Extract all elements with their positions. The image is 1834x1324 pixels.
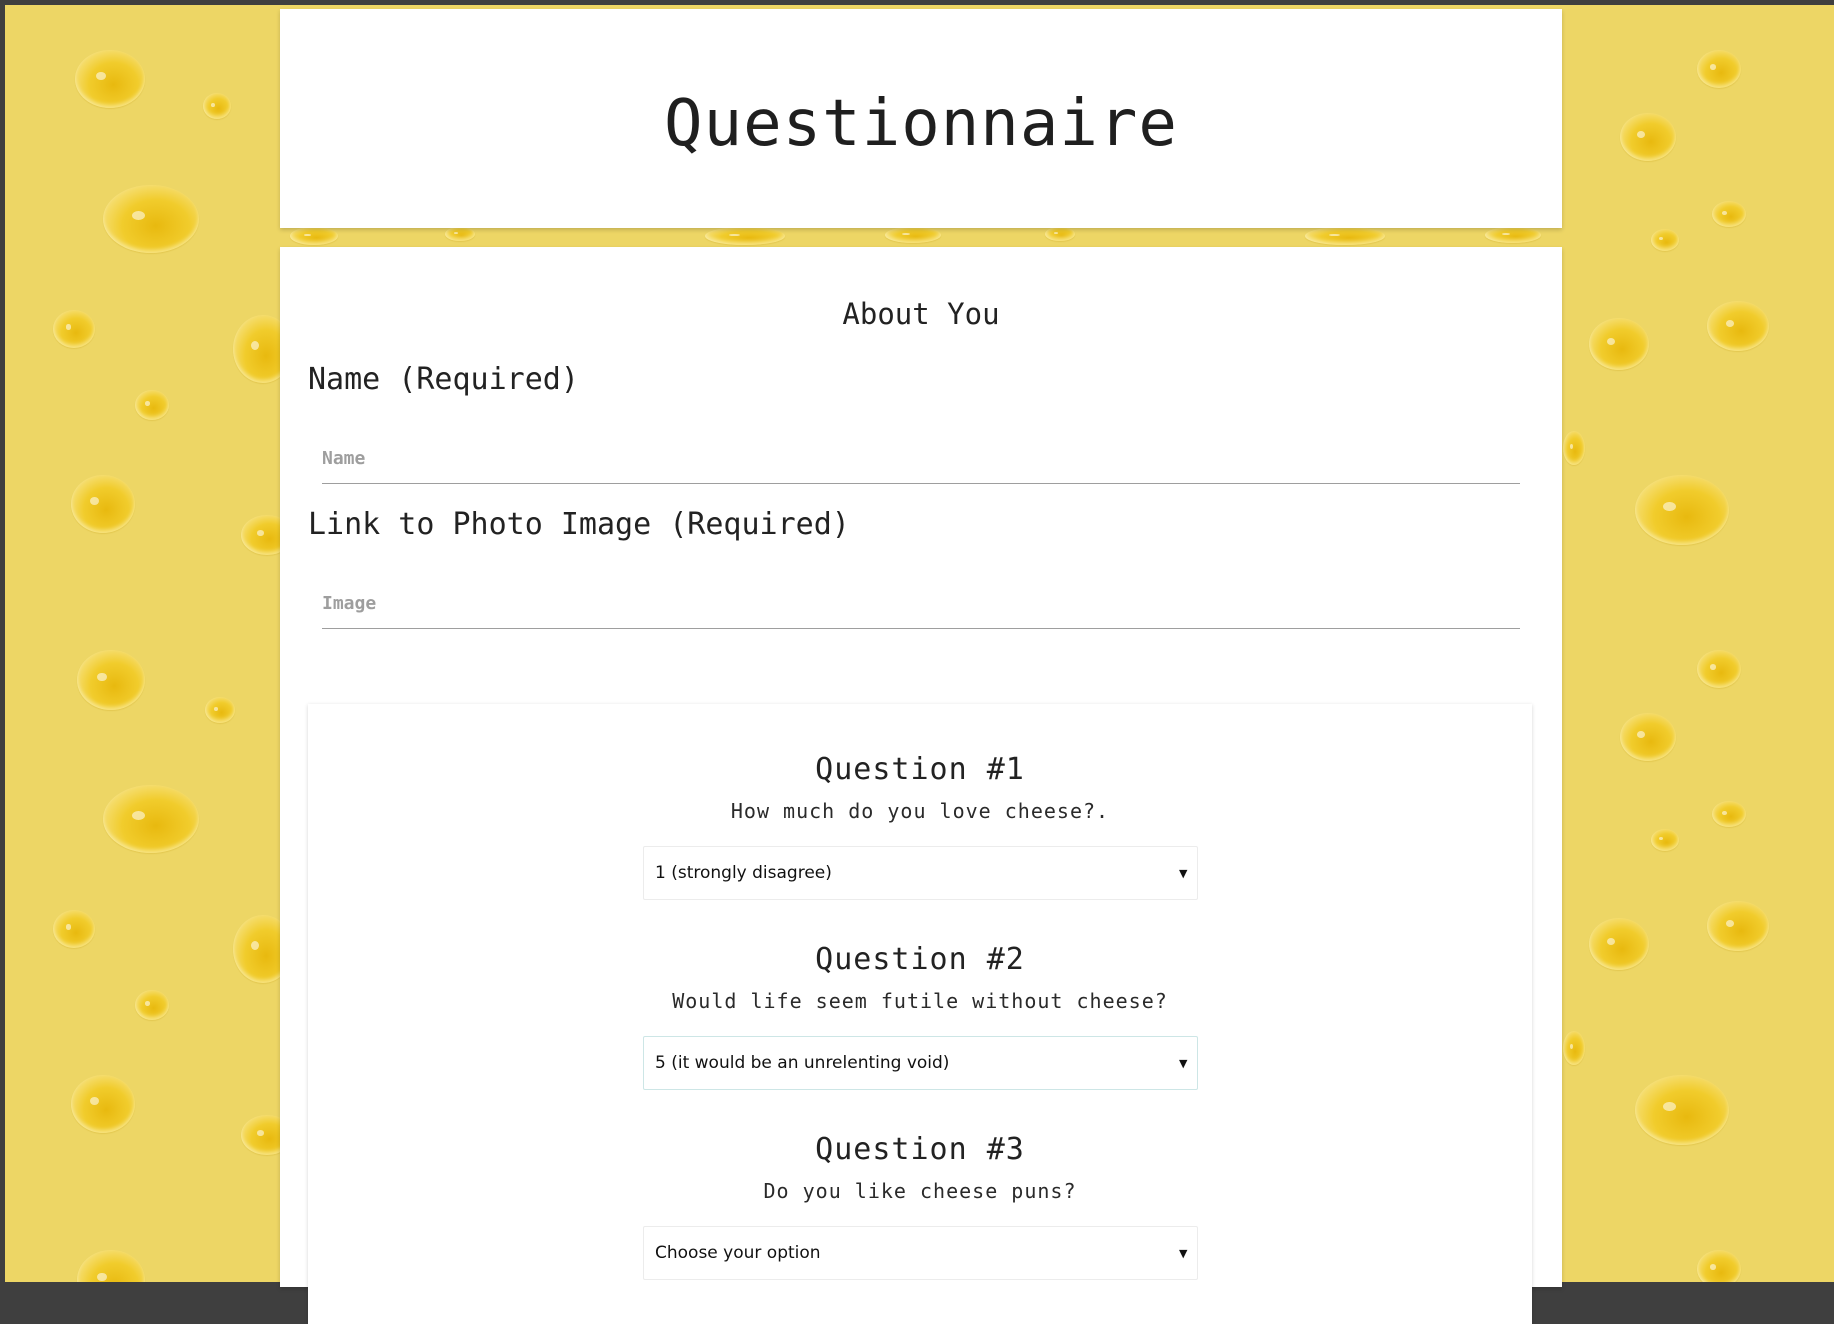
question-1-select[interactable]: 1 (strongly disagree) ▼: [643, 846, 1198, 900]
question-text: How much do you love cheese?.: [730, 799, 1110, 823]
cheese-hole-decoration: [1485, 227, 1541, 243]
cheese-hole-decoration: [1712, 801, 1746, 827]
name-input[interactable]: [322, 434, 1520, 484]
question-text: Do you like cheese puns?: [763, 1179, 1077, 1203]
cheese-hole-decoration: [71, 1075, 135, 1133]
cheese-hole-decoration: [1651, 829, 1679, 851]
questionnaire-form: About You Name (Required) Link to Photo …: [280, 247, 1562, 1324]
cheese-hole-decoration: [103, 185, 199, 253]
cheese-hole-decoration: [1697, 650, 1741, 688]
image-url-input[interactable]: [322, 579, 1520, 629]
cheese-hole-decoration: [1707, 901, 1769, 951]
cheese-hole-decoration: [71, 475, 135, 533]
section-title: About You: [842, 297, 1000, 331]
cheese-hole-decoration: [1563, 431, 1585, 465]
cheese-hole-decoration: [77, 1250, 145, 1282]
page-title: Questionnaire: [664, 87, 1178, 161]
cheese-hole-decoration: [885, 227, 941, 243]
cheese-hole-decoration: [77, 650, 145, 710]
caret-down-icon: ▼: [1179, 1056, 1188, 1070]
questions-card: Question #1 How much do you love cheese?…: [308, 704, 1532, 1324]
cheese-hole-decoration: [1697, 1250, 1741, 1282]
cheese-hole-decoration: [135, 990, 169, 1020]
caret-down-icon: ▼: [1179, 1246, 1188, 1260]
cheese-hole-decoration: [203, 93, 231, 119]
cheese-hole-decoration: [53, 310, 95, 348]
cheese-hole-decoration: [1589, 318, 1649, 370]
cheese-hole-decoration: [103, 785, 199, 853]
select-value: 1 (strongly disagree): [655, 863, 832, 883]
cheese-hole-decoration: [1651, 229, 1679, 251]
question-2-select[interactable]: 5 (it would be an unrelenting void) ▼: [643, 1036, 1198, 1090]
cheese-hole-decoration: [75, 50, 145, 108]
cheese-hole-decoration: [53, 910, 95, 948]
cheese-hole-decoration: [1707, 301, 1769, 351]
cheese-hole-decoration: [1635, 1075, 1729, 1145]
question-text: Would life seem futile without cheese?: [672, 989, 1168, 1013]
question-title: Question #3: [815, 1132, 1025, 1167]
question-3-select[interactable]: Choose your option ▼: [643, 1226, 1198, 1280]
cheese-hole-decoration: [445, 227, 475, 241]
cheese-hole-decoration: [290, 227, 338, 245]
caret-down-icon: ▼: [1179, 866, 1188, 880]
question-title: Question #2: [815, 942, 1025, 977]
cheese-hole-decoration: [1589, 918, 1649, 970]
cheese-hole-decoration: [1697, 50, 1741, 88]
cheese-hole-decoration: [705, 227, 785, 245]
cheese-hole-decoration: [1620, 113, 1676, 161]
cheese-hole-decoration: [1635, 475, 1729, 545]
cheese-hole-decoration: [1620, 713, 1676, 761]
cheese-hole-decoration: [1712, 201, 1746, 227]
cheese-hole-decoration: [1563, 1031, 1585, 1065]
image-label: Link to Photo Image (Required): [308, 507, 850, 542]
name-label: Name (Required): [308, 362, 579, 397]
cheese-hole-decoration: [1305, 227, 1385, 245]
question-title: Question #1: [815, 752, 1025, 787]
select-value: Choose your option: [655, 1243, 821, 1263]
cheese-hole-decoration: [1045, 227, 1075, 241]
select-value: 5 (it would be an unrelenting void): [655, 1053, 950, 1073]
cheese-hole-decoration: [135, 390, 169, 420]
cheese-hole-decoration: [205, 697, 235, 723]
header-card: Questionnaire: [280, 9, 1562, 228]
